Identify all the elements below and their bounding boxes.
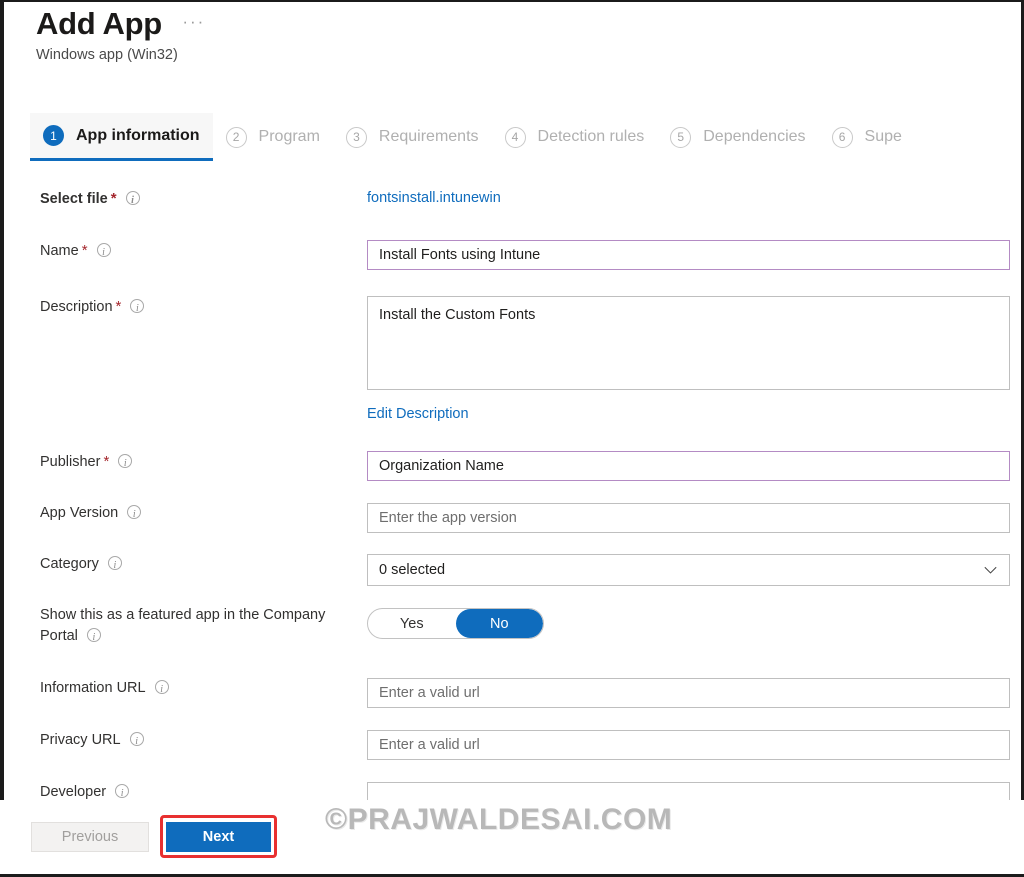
tab-app-information[interactable]: 1 App information xyxy=(30,113,213,161)
category-dropdown[interactable]: 0 selected xyxy=(367,554,1010,586)
page-title: Add App xyxy=(36,6,162,41)
tab-step-number: 1 xyxy=(43,125,64,146)
info-icon[interactable] xyxy=(129,731,144,752)
tab-label: Supe xyxy=(864,128,902,145)
tab-label: Requirements xyxy=(378,128,479,145)
tab-supersedence[interactable]: 6 Supe xyxy=(819,113,915,161)
tab-requirements[interactable]: 3 Requirements xyxy=(333,113,492,161)
tab-label: Dependencies xyxy=(703,128,806,145)
page-subtitle: Windows app (Win32) xyxy=(36,47,178,63)
window-frame-top xyxy=(0,0,1024,2)
privacy-url-field-wrap: Enter a valid url xyxy=(367,730,1010,760)
info-icon[interactable] xyxy=(127,504,142,525)
tab-step-number: 5 xyxy=(670,126,692,148)
description-field-wrap: Install the Custom Fonts Edit Descriptio… xyxy=(367,296,1010,425)
name-input[interactable]: Install Fonts using Intune xyxy=(367,240,1010,270)
required-asterisk: * xyxy=(115,298,122,315)
required-asterisk: * xyxy=(103,453,110,470)
tab-step-number: 4 xyxy=(504,126,526,148)
privacy-url-label: Privacy URL xyxy=(40,730,340,752)
featured-app-label: Show this as a featured app in the Compa… xyxy=(40,605,330,648)
info-icon[interactable] xyxy=(130,298,145,319)
featured-app-toggle[interactable]: Yes No xyxy=(367,608,544,639)
tab-step-number: 2 xyxy=(225,126,247,148)
publisher-field-wrap: Organization Name xyxy=(367,451,1010,481)
edit-description-link[interactable]: Edit Description xyxy=(367,406,469,422)
required-asterisk: * xyxy=(81,242,88,259)
publisher-label: Publisher * xyxy=(40,451,340,474)
more-options-icon[interactable]: ··· xyxy=(182,13,205,30)
tab-step-number: 3 xyxy=(345,126,367,148)
name-field-wrap: Install Fonts using Intune xyxy=(367,240,1010,270)
info-icon[interactable] xyxy=(107,555,122,576)
app-version-input[interactable]: Enter the app version xyxy=(367,503,1010,533)
tab-step-number: 6 xyxy=(831,126,853,148)
info-icon[interactable] xyxy=(154,679,169,700)
tab-dependencies[interactable]: 5 Dependencies xyxy=(657,113,818,161)
toggle-option-yes[interactable]: Yes xyxy=(368,609,456,638)
tab-label: Detection rules xyxy=(537,128,645,145)
next-button[interactable]: Next xyxy=(166,822,271,852)
info-icon[interactable] xyxy=(96,242,111,263)
description-textarea[interactable]: Install the Custom Fonts xyxy=(367,296,1010,390)
description-label: Description * xyxy=(40,296,340,319)
add-app-wizard-screen: Add App ··· Windows app (Win32) 1 App in… xyxy=(0,0,1024,877)
app-version-field-wrap: Enter the app version xyxy=(367,503,1010,533)
watermark: ©PRAJWALDESAI.COM xyxy=(325,803,673,836)
tab-program[interactable]: 2 Program xyxy=(213,113,333,161)
category-field-wrap: 0 selected xyxy=(367,554,1010,586)
select-file-value: fontsinstall.intunewin xyxy=(367,188,1010,209)
select-file-label: Select file * xyxy=(40,188,340,211)
category-label: Category xyxy=(40,554,340,576)
app-version-label: App Version xyxy=(40,503,340,525)
name-label: Name * xyxy=(40,240,340,263)
info-icon[interactable] xyxy=(86,627,101,648)
wizard-tabbar: 1 App information 2 Program 3 Requiremen… xyxy=(30,113,915,163)
required-asterisk: * xyxy=(110,190,117,207)
publisher-input[interactable]: Organization Name xyxy=(367,451,1010,481)
info-icon[interactable] xyxy=(115,783,130,804)
page-header: Add App ··· xyxy=(36,4,205,44)
tab-label: Program xyxy=(258,128,320,145)
window-frame-left xyxy=(0,0,4,877)
information-url-label: Information URL xyxy=(40,678,340,700)
category-selected-value: 0 selected xyxy=(379,562,446,578)
info-icon[interactable] xyxy=(118,453,133,474)
information-url-input[interactable]: Enter a valid url xyxy=(367,678,1010,708)
info-icon[interactable] xyxy=(125,190,140,211)
selected-file-link[interactable]: fontsinstall.intunewin xyxy=(367,190,501,206)
tab-detection-rules[interactable]: 4 Detection rules xyxy=(492,113,658,161)
chevron-down-icon xyxy=(984,566,997,574)
information-url-field-wrap: Enter a valid url xyxy=(367,678,1010,708)
previous-button[interactable]: Previous xyxy=(31,822,149,852)
privacy-url-input[interactable]: Enter a valid url xyxy=(367,730,1010,760)
toggle-option-no[interactable]: No xyxy=(455,609,543,638)
tab-label: App information xyxy=(76,126,200,144)
